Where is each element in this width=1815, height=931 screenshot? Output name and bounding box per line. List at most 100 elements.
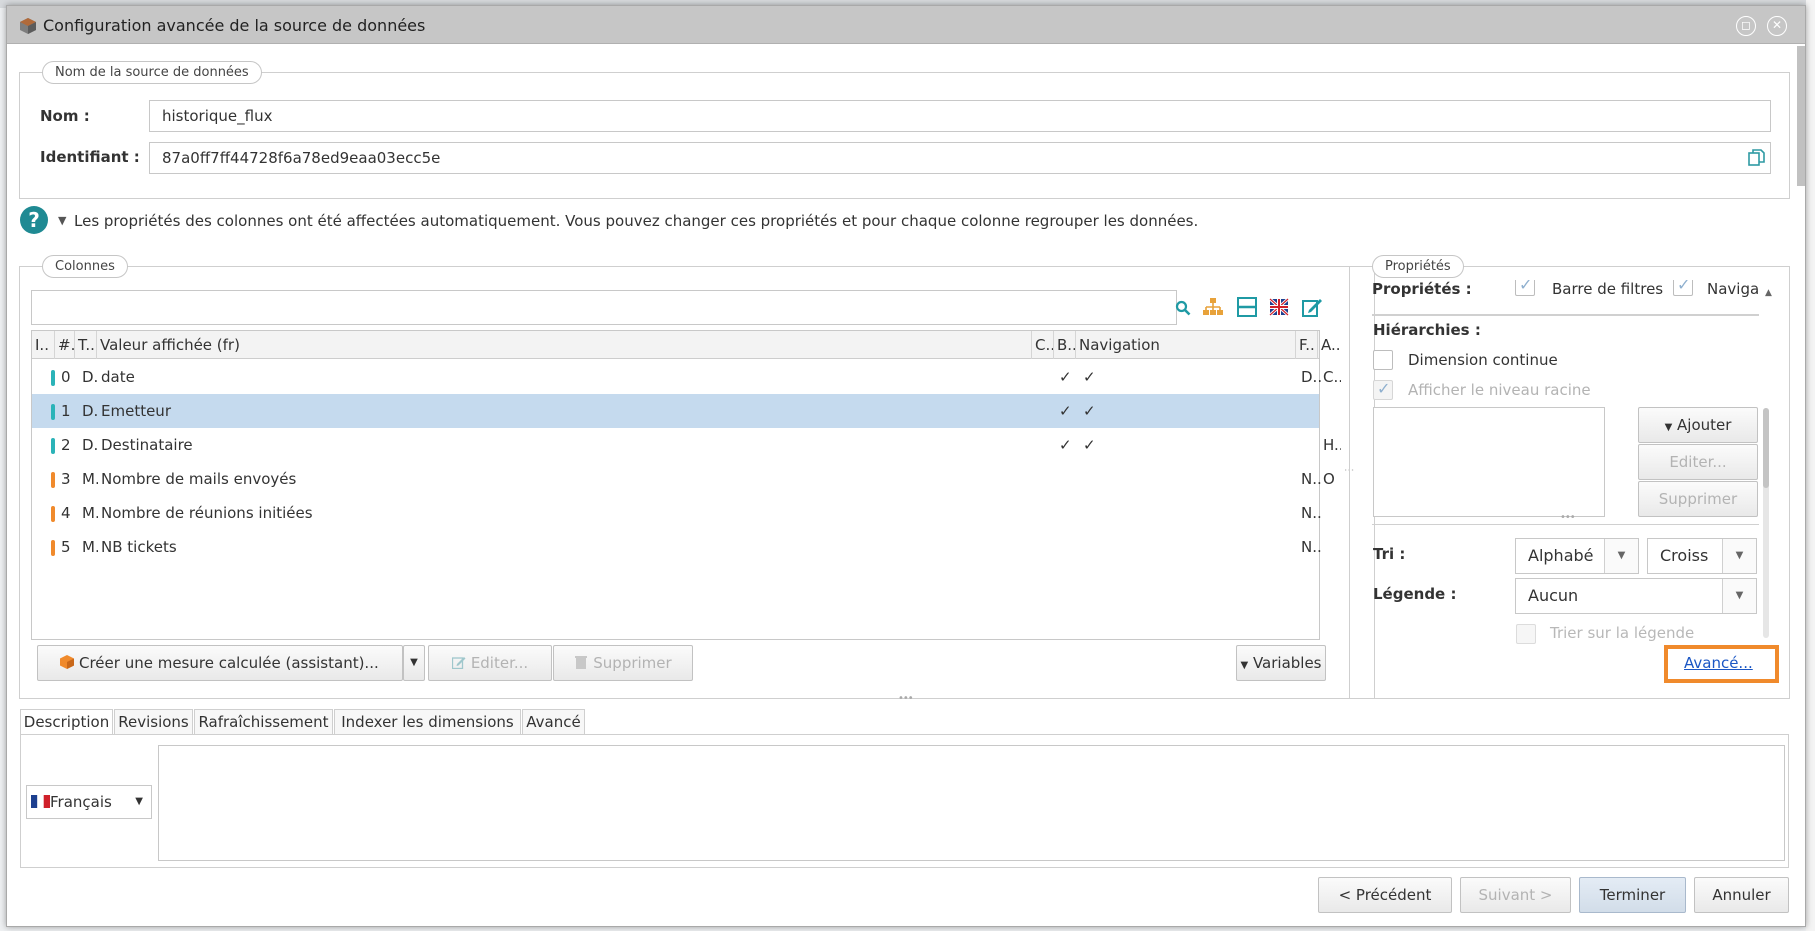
delete-column-button[interactable]: Supprimer bbox=[553, 645, 693, 681]
dropdown-arrow-icon: ▼ bbox=[1664, 422, 1673, 433]
tab-indexer-dimensions[interactable]: Indexer les dimensions bbox=[334, 709, 521, 736]
header-type[interactable]: T.. bbox=[75, 331, 97, 359]
row-f: N.. bbox=[1301, 470, 1321, 488]
row-a bbox=[1323, 496, 1341, 530]
variables-button[interactable]: ▼ Variables bbox=[1236, 645, 1326, 681]
scroll-up-icon[interactable]: ▲ bbox=[1765, 288, 1772, 298]
row-f bbox=[1301, 394, 1321, 428]
suivant-button[interactable]: Suivant > bbox=[1460, 877, 1571, 913]
row-type: D. bbox=[82, 368, 98, 386]
header-num[interactable]: #. bbox=[55, 331, 75, 359]
list-resize-handle[interactable]: ••• bbox=[1560, 512, 1576, 523]
hierarchy-edit-button[interactable]: Editer... bbox=[1638, 444, 1758, 480]
table-row[interactable]: 3 M. Nombre de mails envoyés N.. O bbox=[32, 462, 1335, 496]
row-navigation-check: ✓ bbox=[1083, 402, 1096, 420]
row-number: 1 bbox=[61, 402, 71, 420]
header-display-value[interactable]: Valeur affichée (fr) bbox=[97, 331, 1032, 359]
row-type: M. bbox=[82, 538, 98, 556]
create-calculated-measure-button[interactable]: Créer une mesure calculée (assistant)... bbox=[37, 645, 403, 681]
tab-revisions[interactable]: Revisions bbox=[114, 709, 193, 736]
filter-bar-checkbox[interactable] bbox=[1515, 280, 1535, 296]
collapse-arrow-icon[interactable]: ▼ bbox=[58, 214, 66, 227]
french-flag-icon bbox=[31, 795, 50, 808]
legende-label: Légende : bbox=[1373, 585, 1457, 603]
table-row[interactable]: 1 D. Emetteur ✓ ✓ bbox=[32, 394, 1319, 428]
properties-cut-row: Propriétés : Barre de filtres Naviga bbox=[1372, 280, 1762, 314]
properties-section-legend: Propriétés bbox=[1372, 255, 1464, 278]
terminer-button[interactable]: Terminer bbox=[1579, 877, 1686, 913]
identifiant-label: Identifiant : bbox=[40, 148, 140, 166]
tab-avance[interactable]: Avancé bbox=[522, 709, 585, 736]
hierarchy-delete-button[interactable]: Supprimer bbox=[1638, 481, 1758, 517]
dimension-continue-checkbox[interactable] bbox=[1373, 350, 1393, 370]
header-f[interactable]: F.. bbox=[1296, 331, 1318, 359]
edit-column-button[interactable]: Editer... bbox=[428, 645, 552, 681]
header-a[interactable]: A.. bbox=[1318, 331, 1340, 359]
description-textarea[interactable] bbox=[158, 745, 1785, 861]
header-i[interactable]: I.. bbox=[32, 331, 55, 359]
row-number: 2 bbox=[61, 436, 71, 454]
row-a: H.. bbox=[1323, 436, 1341, 454]
row-display-value: Nombre de réunions initiées bbox=[101, 504, 313, 522]
hierarchy-icon[interactable] bbox=[1202, 296, 1224, 318]
row-f bbox=[1301, 428, 1321, 462]
tri-label: Tri : bbox=[1373, 545, 1406, 563]
legende-select[interactable]: Aucun ▼ bbox=[1515, 578, 1757, 614]
properties-scrollbar-thumb[interactable] bbox=[1763, 408, 1769, 488]
header-c[interactable]: C.. bbox=[1032, 331, 1054, 359]
help-icon[interactable]: ? bbox=[20, 206, 48, 234]
row-b-check: ✓ bbox=[1059, 368, 1072, 386]
row-type: D. bbox=[82, 402, 98, 420]
tab-description[interactable]: Description bbox=[20, 709, 113, 737]
identifiant-field[interactable]: 87a0ff7ff44728f6a78ed9eaa03ecc5e bbox=[149, 142, 1771, 174]
horizontal-splitter[interactable]: ••• bbox=[898, 693, 914, 704]
row-number: 3 bbox=[61, 470, 71, 488]
avance-link[interactable]: Avancé... bbox=[1684, 654, 1753, 672]
search-icon[interactable] bbox=[1175, 300, 1191, 316]
row-a: O bbox=[1323, 470, 1335, 488]
dialog-scrollbar[interactable] bbox=[1797, 46, 1805, 186]
row-a bbox=[1323, 530, 1341, 564]
row-f: N.. bbox=[1301, 504, 1321, 522]
row-display-value: date bbox=[101, 368, 135, 386]
navigation-checkbox[interactable] bbox=[1673, 280, 1693, 296]
create-dropdown-button[interactable]: ▼ bbox=[403, 645, 425, 681]
row-f: D.. bbox=[1301, 368, 1321, 386]
nom-field[interactable]: historique_flux bbox=[149, 100, 1771, 132]
columns-search-input[interactable] bbox=[31, 290, 1177, 325]
tab-rafraichissement[interactable]: Rafraîchissement bbox=[194, 709, 333, 736]
close-icon[interactable]: ✕ bbox=[1767, 16, 1787, 36]
row-display-value: NB tickets bbox=[101, 538, 177, 556]
tri-order-select[interactable]: Alphabé ▼ bbox=[1515, 538, 1639, 574]
ajouter-button[interactable]: ▼ Ajouter bbox=[1638, 407, 1758, 443]
row-display-value: Emetteur bbox=[101, 402, 171, 420]
maximize-icon[interactable]: ◻ bbox=[1736, 16, 1756, 36]
row-b-check bbox=[1059, 496, 1075, 530]
dimension-marker-icon bbox=[51, 438, 55, 454]
table-row[interactable]: 4 M. Nombre de réunions initiées N.. bbox=[32, 496, 1321, 530]
measure-marker-icon bbox=[51, 506, 55, 522]
translate-flag-icon[interactable] bbox=[1268, 296, 1290, 318]
row-display-value: Destinataire bbox=[101, 436, 193, 454]
row-b-check bbox=[1059, 530, 1075, 564]
header-b[interactable]: B.. bbox=[1054, 331, 1076, 359]
chevron-down-icon: ▼ bbox=[1604, 539, 1638, 573]
dimension-marker-icon bbox=[51, 404, 55, 420]
row-navigation-check bbox=[1083, 496, 1099, 530]
row-number: 4 bbox=[61, 504, 71, 522]
afficher-racine-checkbox[interactable] bbox=[1373, 379, 1393, 400]
table-row[interactable]: 0 D.date ✓ ✓ D..C.. bbox=[32, 360, 1341, 394]
edit-icon[interactable] bbox=[1301, 296, 1323, 318]
tri-direction-select[interactable]: Croiss ▼ bbox=[1647, 538, 1757, 574]
collapse-columns-icon[interactable] bbox=[1236, 296, 1258, 318]
hierarchies-list[interactable] bbox=[1373, 407, 1605, 517]
trier-legende-label: Trier sur la légende bbox=[1550, 624, 1695, 642]
language-select[interactable]: Français ▼ bbox=[26, 785, 152, 819]
annuler-button[interactable]: Annuler bbox=[1694, 877, 1789, 913]
table-row[interactable]: 2 D.Destinataire ✓ ✓ H.. bbox=[32, 428, 1341, 462]
header-navigation[interactable]: Navigation bbox=[1076, 331, 1296, 359]
trier-legende-checkbox[interactable] bbox=[1516, 624, 1536, 644]
table-row[interactable]: 5 M. NB tickets N.. bbox=[32, 530, 1321, 564]
copy-icon[interactable] bbox=[1747, 149, 1765, 167]
precedent-button[interactable]: < Précédent bbox=[1318, 877, 1452, 913]
